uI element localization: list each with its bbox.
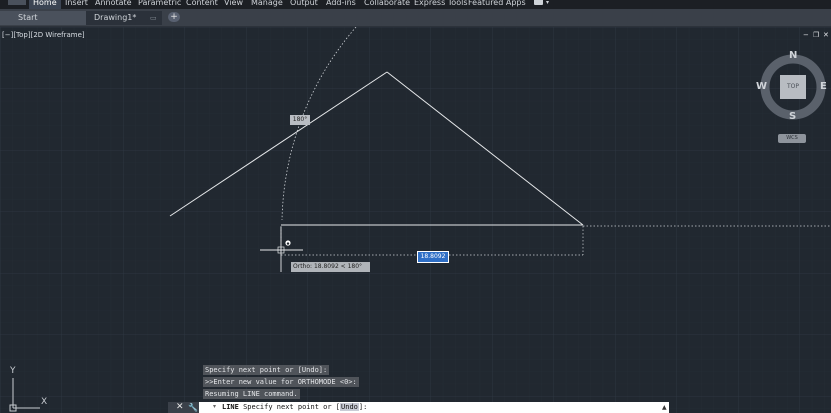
tab-drawing1[interactable]: Drawing1* ▭ xyxy=(86,11,162,25)
camera-icon[interactable] xyxy=(534,0,543,5)
compass-south[interactable]: S xyxy=(789,111,796,122)
ribbon-tab-insert[interactable]: Insert xyxy=(65,0,88,9)
application-menu-button[interactable] xyxy=(8,0,26,5)
ribbon-tab-bar: Home Insert Annotate Parametric Content … xyxy=(0,0,831,9)
ribbon-tab-add-ins[interactable]: Add-ins xyxy=(326,0,356,9)
restore-viewport-icon[interactable]: ❐ xyxy=(813,32,819,39)
file-tab-bar: Start Drawing1* ▭ xyxy=(0,9,831,27)
command-prompt[interactable]: LINE Specify next point or [Undo]: xyxy=(222,402,367,413)
ribbon-tab-home[interactable]: Home xyxy=(29,0,61,9)
command-history-line: Resuming LINE command. xyxy=(203,389,300,399)
command-prompt-text: Specify next point or [ xyxy=(238,403,341,411)
tab-start[interactable]: Start xyxy=(0,11,86,25)
recent-commands-icon[interactable]: ▾ xyxy=(213,403,216,410)
close-icon[interactable]: ✕ xyxy=(176,402,184,413)
minimize-viewport-icon[interactable]: − xyxy=(803,32,809,39)
close-viewport-icon[interactable]: ✕ xyxy=(823,32,829,39)
tab-drawing1-label: Drawing1* xyxy=(94,13,137,22)
ribbon-tab-collaborate[interactable]: Collaborate xyxy=(364,0,410,9)
ribbon-tab-featured-apps[interactable]: Featured Apps xyxy=(468,0,526,9)
snap-marker-icon xyxy=(285,240,291,246)
new-tab-button[interactable]: + xyxy=(168,12,180,22)
viewcube-top-face[interactable]: TOP xyxy=(780,75,806,99)
polar-angle-label: 180° xyxy=(290,115,310,125)
ribbon-tab-manage[interactable]: Manage xyxy=(251,0,283,9)
ribbon-tab-content[interactable]: Content xyxy=(186,0,218,9)
chevron-down-icon[interactable]: ▾ xyxy=(546,0,549,6)
viewport-controls[interactable]: [−][Top][2D Wireframe] xyxy=(2,31,85,39)
ucs-x-label: X xyxy=(41,397,48,407)
undo-option[interactable]: Undo xyxy=(340,403,359,411)
command-line[interactable]: ✕ 🔧 ▾ LINE Specify next point or [Undo]:… xyxy=(168,402,669,413)
wrench-icon[interactable]: 🔧 xyxy=(188,402,198,413)
ribbon-tab-express-tools[interactable]: Express Tools xyxy=(414,0,468,9)
command-line-controls: ✕ 🔧 xyxy=(168,402,199,413)
ribbon-tab-output[interactable]: Output xyxy=(290,0,318,9)
compass-north[interactable]: N xyxy=(789,50,797,61)
viewcube[interactable]: N S E W TOP xyxy=(756,50,830,126)
close-tab-icon[interactable]: ▭ xyxy=(150,11,157,25)
drawing-canvas[interactable] xyxy=(0,27,831,413)
ribbon-tab-view[interactable]: View xyxy=(224,0,243,9)
command-history-line: Specify next point or [Undo]: xyxy=(203,365,330,375)
wcs-menu[interactable]: WCS xyxy=(778,134,806,143)
command-history-line: >>Enter new value for ORTHOMODE <0>: xyxy=(203,377,359,387)
ribbon-tab-annotate[interactable]: Annotate xyxy=(95,0,132,9)
ribbon-tab-parametric[interactable]: Parametric xyxy=(138,0,181,9)
compass-west[interactable]: W xyxy=(756,81,767,92)
command-keyword: LINE xyxy=(222,403,239,411)
dynamic-length-input[interactable]: 18.8092 xyxy=(417,251,449,263)
ortho-tooltip: Ortho: 18.8092 < 180° xyxy=(291,262,370,272)
tab-start-label: Start xyxy=(18,13,38,22)
ucs-y-label: Y xyxy=(10,366,16,376)
command-prompt-end: ]: xyxy=(358,403,368,411)
chevron-up-icon[interactable]: ▲ xyxy=(662,404,667,411)
grid-major xyxy=(0,27,831,413)
compass-east[interactable]: E xyxy=(820,81,827,92)
